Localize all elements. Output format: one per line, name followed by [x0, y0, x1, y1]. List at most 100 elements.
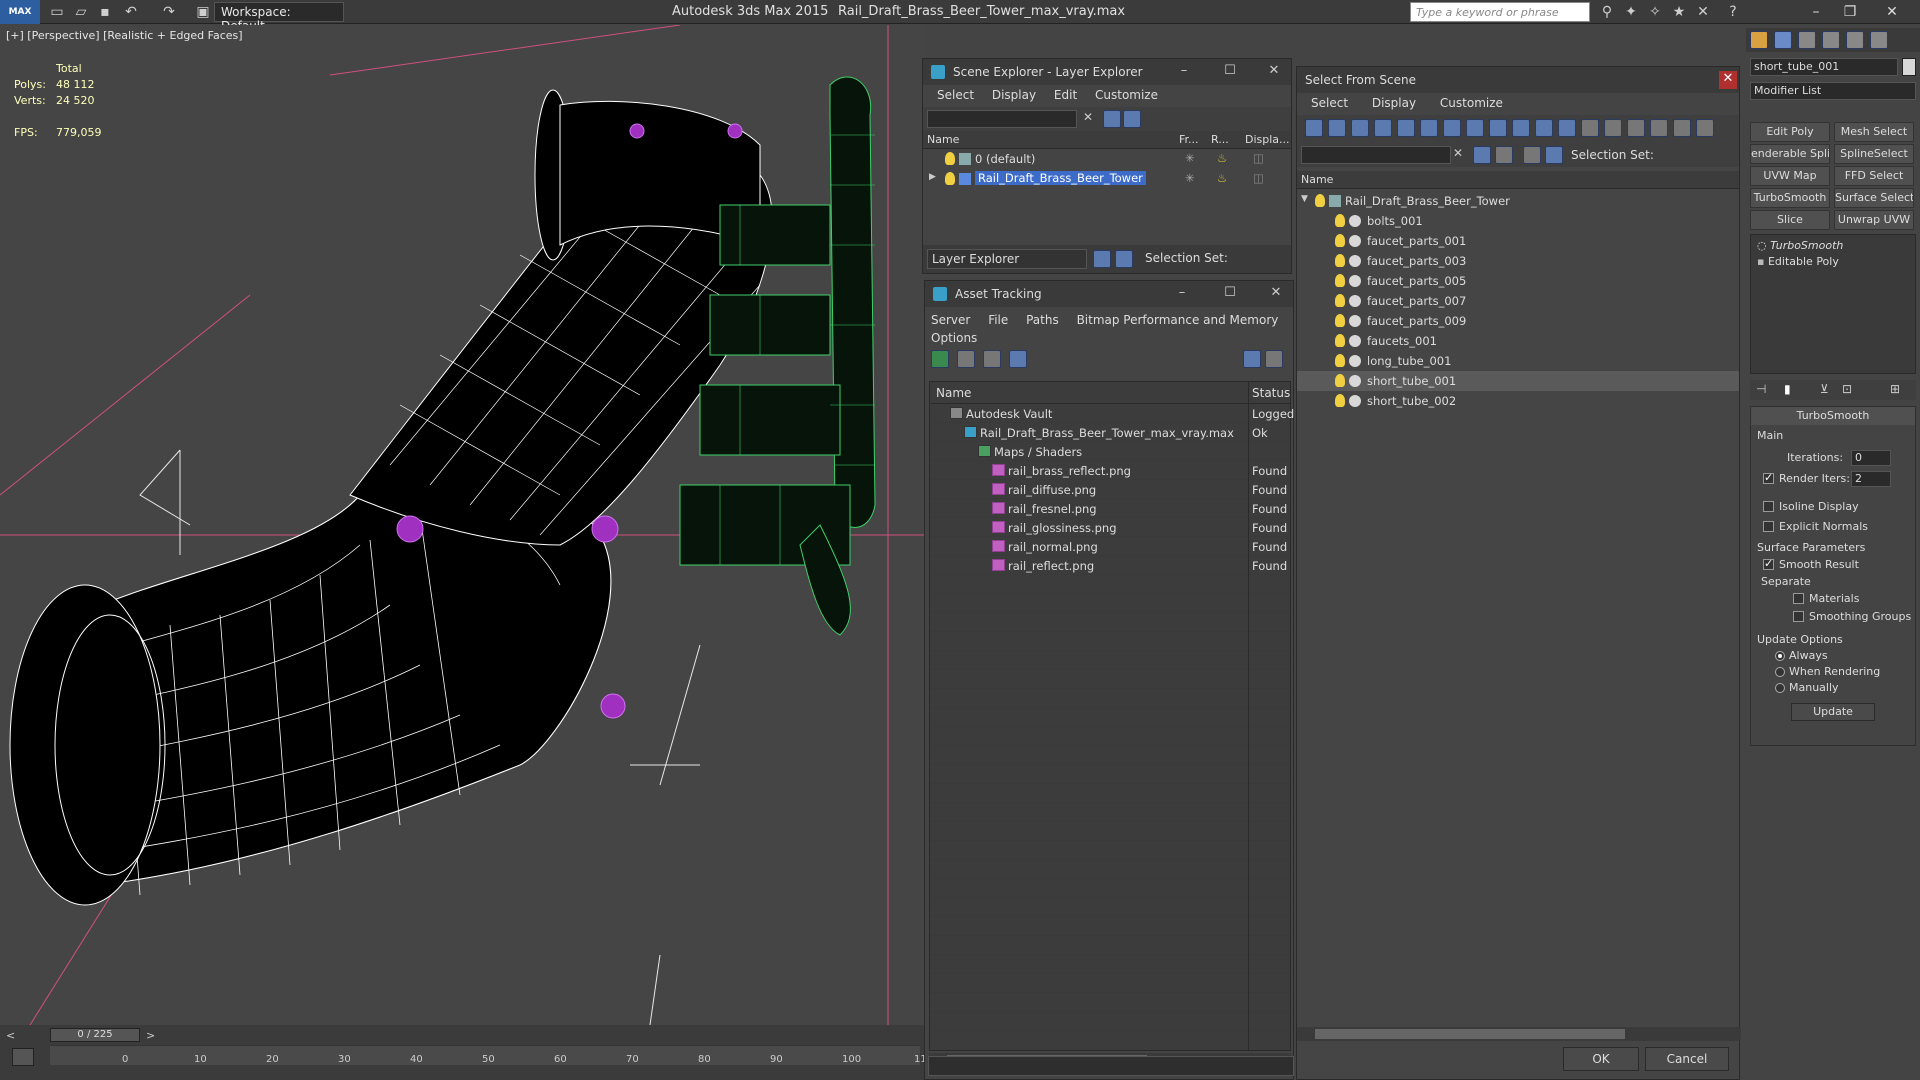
menu-customize[interactable]: Customize	[1095, 88, 1158, 102]
modifier-button[interactable]: enderable Splin	[1750, 144, 1830, 164]
maximize-icon[interactable]: ☐	[1219, 63, 1241, 81]
lights-filter-icon[interactable]	[1351, 119, 1369, 137]
modifier-button[interactable]: Edit Poly	[1750, 122, 1830, 142]
display-none-icon[interactable]	[1604, 119, 1622, 137]
menu-edit[interactable]: Edit	[1054, 88, 1077, 102]
stack-item-turbosmooth[interactable]: ◌ TurboSmooth	[1757, 239, 1843, 252]
light-bulb-icon[interactable]	[1335, 254, 1345, 267]
menu-server[interactable]: Server	[931, 313, 970, 327]
containers-filter-icon[interactable]	[1512, 119, 1530, 137]
render-iters-checkbox[interactable]	[1763, 471, 1774, 484]
snowflake-icon[interactable]: ✳	[1185, 171, 1195, 185]
cameras-filter-icon[interactable]	[1374, 119, 1392, 137]
object-row[interactable]: faucet_parts_005	[1297, 271, 1739, 291]
display-icon[interactable]: ◫	[1253, 151, 1264, 165]
object-row[interactable]: bolts_001	[1297, 211, 1739, 231]
options-icon[interactable]	[1495, 146, 1513, 164]
display-icon[interactable]: ◫	[1253, 171, 1264, 185]
teapot-icon[interactable]: ♨	[1217, 151, 1227, 165]
asset-row[interactable]: rail_fresnel.png Found	[930, 499, 1290, 518]
modifier-button[interactable]: TurboSmooth	[1750, 188, 1830, 208]
exchange-icon[interactable]: ✕	[1694, 3, 1712, 21]
help-icon[interactable]	[1243, 350, 1261, 368]
geometry-filter-icon[interactable]	[1305, 119, 1323, 137]
smooth-result-checkbox[interactable]	[1763, 557, 1774, 570]
manually-radio[interactable]	[1775, 683, 1785, 693]
close-icon[interactable]: ✕	[1265, 285, 1287, 303]
modifier-button[interactable]: UVW Map	[1750, 166, 1830, 186]
minimize-icon[interactable]: –	[1173, 63, 1195, 81]
modifier-button[interactable]: FFD Select	[1834, 166, 1914, 186]
asset-row[interactable]: Autodesk Vault Logged	[930, 404, 1294, 423]
object-color-swatch[interactable]	[1902, 58, 1916, 76]
remove-modifier-icon[interactable]: ⊡	[1842, 382, 1852, 396]
thumbnail-view-icon[interactable]	[983, 350, 1001, 368]
scrollbar-thumb[interactable]	[1315, 1029, 1625, 1039]
frozen-filter-icon[interactable]	[1535, 119, 1553, 137]
modifier-button[interactable]: Slice	[1750, 210, 1830, 230]
shapes-filter-icon[interactable]	[1328, 119, 1346, 137]
asset-row[interactable]: rail_brass_reflect.png Found	[930, 461, 1290, 480]
explorer-type-dropdown[interactable]: Layer Explorer	[927, 249, 1087, 269]
filter-icon[interactable]	[1103, 110, 1121, 128]
time-slider[interactable]: 0 / 225	[50, 1028, 140, 1042]
object-row[interactable]: short_tube_002	[1297, 391, 1739, 411]
perspective-viewport[interactable]: [+] [Perspective] [Realistic + Edged Fac…	[0, 25, 924, 1025]
light-bulb-icon[interactable]	[1335, 334, 1345, 347]
tools-icon[interactable]: ✦	[1622, 3, 1640, 21]
menu-file[interactable]: File	[988, 313, 1008, 327]
invert-display-icon[interactable]	[1627, 119, 1645, 137]
iterations-spinner[interactable]: 0	[1851, 450, 1891, 466]
sort-icon[interactable]	[1673, 119, 1691, 137]
hidden-filter-icon[interactable]	[1558, 119, 1576, 137]
asset-tracking-titlebar[interactable]: Asset Tracking – ☐ ✕	[925, 281, 1293, 307]
light-bulb-icon[interactable]	[945, 152, 955, 165]
menu-bitmap-performance[interactable]: Bitmap Performance and Memory	[1077, 313, 1279, 327]
show-end-result-icon[interactable]: ▮	[1784, 382, 1791, 396]
display-tab-icon[interactable]	[1846, 31, 1864, 49]
object-row[interactable]: faucet_parts_001	[1297, 231, 1739, 251]
asset-row[interactable]: Rail_Draft_Brass_Beer_Tower_max_vray.max…	[930, 423, 1290, 442]
project-folder-icon[interactable]: ▣	[194, 3, 212, 21]
refresh-icon[interactable]	[931, 350, 949, 368]
object-row[interactable]: short_tube_001	[1297, 371, 1739, 391]
clear-icon[interactable]: ✕	[1453, 146, 1463, 160]
light-bulb-icon[interactable]	[1335, 294, 1345, 307]
timeline-next-icon[interactable]: >	[146, 1029, 155, 1042]
object-row[interactable]: long_tube_001	[1297, 351, 1739, 371]
col-status[interactable]: Status	[1252, 386, 1290, 400]
helpers-filter-icon[interactable]	[1397, 119, 1415, 137]
subscription-icon[interactable]: ✧	[1646, 3, 1664, 21]
expand-arrow-icon[interactable]: ▶	[929, 172, 936, 182]
layers-icon[interactable]	[1523, 146, 1541, 164]
hierarchy-icon[interactable]	[1115, 250, 1133, 268]
light-bulb-icon[interactable]	[945, 172, 955, 185]
minimize-icon[interactable]: –	[1171, 285, 1193, 303]
help-icon[interactable]: ?	[1724, 3, 1742, 21]
menu-select[interactable]: Select	[937, 88, 974, 102]
object-row[interactable]: faucet_parts_007	[1297, 291, 1739, 311]
restore-icon[interactable]: ❐	[1836, 2, 1864, 22]
light-bulb-icon[interactable]	[1335, 234, 1345, 247]
spacewarps-filter-icon[interactable]	[1420, 119, 1438, 137]
asset-row[interactable]: rail_glossiness.png Found	[930, 518, 1290, 537]
collapse-arrow-icon[interactable]: ▼	[1301, 194, 1308, 204]
modifier-button[interactable]: Mesh Select	[1834, 122, 1914, 142]
scene-explorer-titlebar[interactable]: Scene Explorer - Layer Explorer – ☐ ✕	[923, 59, 1291, 85]
clear-icon[interactable]: ✕	[1083, 110, 1093, 124]
modifier-button[interactable]: SplineSelect	[1834, 144, 1914, 164]
modifier-button[interactable]: Unwrap UVW	[1834, 210, 1914, 230]
modify-tab-icon[interactable]	[1774, 31, 1792, 49]
light-bulb-icon[interactable]	[1335, 274, 1345, 287]
update-button[interactable]: Update	[1791, 703, 1875, 721]
asset-row[interactable]: rail_normal.png Found	[930, 537, 1290, 556]
timeline-ruler[interactable]: 010203040506070809010011012	[50, 1045, 999, 1065]
asset-row[interactable]: Maps / Shaders	[930, 442, 1290, 461]
light-bulb-icon[interactable]	[1315, 194, 1325, 207]
select-from-scene-titlebar[interactable]: Select From Scene ✕	[1297, 67, 1739, 93]
layer-search-field[interactable]	[927, 110, 1077, 128]
object-name-field[interactable]: short_tube_001	[1750, 58, 1898, 76]
save-icon[interactable]: ▪	[96, 3, 114, 21]
col-display[interactable]: Displa...	[1245, 133, 1290, 146]
maximize-icon[interactable]: ☐	[1219, 285, 1241, 303]
